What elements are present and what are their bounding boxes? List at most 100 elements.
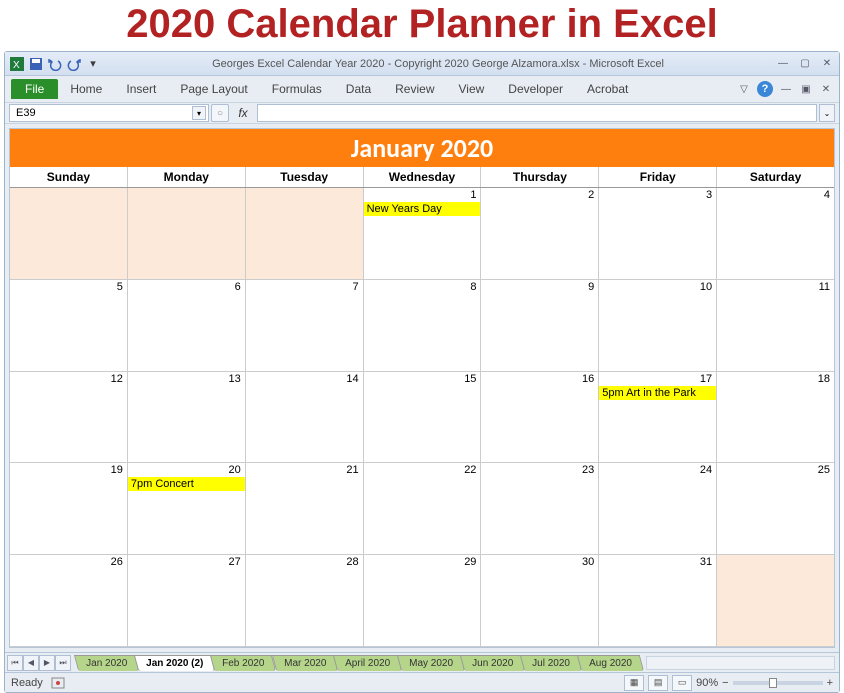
- ribbon-tabs: File HomeInsertPage LayoutFormulasDataRe…: [5, 76, 839, 102]
- sheet-tab[interactable]: Aug 2020: [577, 655, 644, 671]
- minimize-icon[interactable]: —: [775, 57, 791, 71]
- calendar-day-cell[interactable]: 22: [364, 463, 482, 555]
- status-bar: Ready ▦ ▤ ▭ 90% − +: [5, 672, 839, 692]
- day-header: Monday: [128, 167, 246, 187]
- calendar-day-cell[interactable]: [10, 188, 128, 280]
- tab-last-icon[interactable]: ⏭: [55, 655, 71, 671]
- ribbon-tab-view[interactable]: View: [447, 78, 497, 100]
- calendar-day-cell[interactable]: 13: [128, 372, 246, 464]
- sheet-tab[interactable]: Jun 2020: [460, 655, 525, 671]
- calendar-day-cell[interactable]: 23: [481, 463, 599, 555]
- qat-more-icon[interactable]: ▾: [85, 56, 101, 72]
- view-break-icon[interactable]: ▭: [672, 675, 692, 691]
- save-icon[interactable]: [28, 56, 44, 72]
- calendar-day-cell[interactable]: 8: [364, 280, 482, 372]
- calendar-day-cell[interactable]: 25: [717, 463, 834, 555]
- calendar-day-cell[interactable]: 16: [481, 372, 599, 464]
- calendar-day-cell[interactable]: 21: [246, 463, 364, 555]
- zoom-out-icon[interactable]: −: [722, 677, 728, 689]
- view-layout-icon[interactable]: ▤: [648, 675, 668, 691]
- calendar-day-cell[interactable]: 14: [246, 372, 364, 464]
- calendar-day-cell[interactable]: 207pm Concert: [128, 463, 246, 555]
- doc-close-icon[interactable]: ✕: [819, 82, 833, 96]
- doc-minimize-icon[interactable]: —: [779, 82, 793, 96]
- window-controls: — ▢ ✕: [775, 57, 835, 71]
- calendar-day-cell[interactable]: 6: [128, 280, 246, 372]
- close-icon[interactable]: ✕: [819, 57, 835, 71]
- name-box[interactable]: E39 ▾: [9, 104, 209, 122]
- redo-icon[interactable]: [66, 56, 82, 72]
- day-number: 11: [717, 280, 834, 294]
- calendar-day-cell[interactable]: 10: [599, 280, 717, 372]
- calendar-month-title: January 2020: [10, 129, 834, 167]
- quick-access-toolbar: X ▾: [9, 56, 101, 72]
- calendar-day-cell[interactable]: 24: [599, 463, 717, 555]
- file-tab[interactable]: File: [11, 79, 58, 99]
- ribbon-tab-home[interactable]: Home: [58, 78, 114, 100]
- calendar-day-cell[interactable]: 4: [717, 188, 834, 280]
- calendar-day-cell[interactable]: 1New Years Day: [364, 188, 482, 280]
- ribbon-tab-review[interactable]: Review: [383, 78, 446, 100]
- ribbon-tab-acrobat[interactable]: Acrobat: [575, 78, 640, 100]
- svg-text:X: X: [13, 60, 20, 71]
- undo-icon[interactable]: [47, 56, 63, 72]
- calendar-day-cell[interactable]: 29: [364, 555, 482, 647]
- day-header: Friday: [599, 167, 717, 187]
- doc-restore-icon[interactable]: ▣: [799, 82, 813, 96]
- calendar-day-cell[interactable]: 28: [246, 555, 364, 647]
- ribbon-tab-page-layout[interactable]: Page Layout: [168, 78, 259, 100]
- sheet-tab[interactable]: April 2020: [333, 655, 402, 671]
- formula-input[interactable]: [257, 104, 817, 122]
- day-number: 8: [364, 280, 481, 294]
- calendar-day-cell[interactable]: 18: [717, 372, 834, 464]
- sheet-tab[interactable]: Jul 2020: [520, 655, 582, 671]
- ribbon-minimize-icon[interactable]: ▽: [737, 82, 751, 96]
- ribbon-tab-developer[interactable]: Developer: [496, 78, 575, 100]
- sheet-tab[interactable]: May 2020: [397, 655, 465, 671]
- calendar-day-cell[interactable]: 19: [10, 463, 128, 555]
- day-number: 24: [599, 463, 716, 477]
- help-icon[interactable]: ?: [757, 81, 773, 97]
- day-number: 13: [128, 372, 245, 386]
- calendar-day-cell[interactable]: 26: [10, 555, 128, 647]
- calendar-day-cell[interactable]: 27: [128, 555, 246, 647]
- day-number: 4: [717, 188, 834, 202]
- zoom-in-icon[interactable]: +: [827, 677, 833, 689]
- formula-expand-icon[interactable]: ⌄: [819, 104, 835, 122]
- day-number: 15: [364, 372, 481, 386]
- day-header: Tuesday: [246, 167, 364, 187]
- sheet-tab[interactable]: Feb 2020: [210, 655, 277, 671]
- calendar-day-cell[interactable]: 5: [10, 280, 128, 372]
- calendar-day-cell[interactable]: 12: [10, 372, 128, 464]
- fx-icon[interactable]: fx: [231, 104, 255, 122]
- calendar-day-cell[interactable]: 3: [599, 188, 717, 280]
- ribbon-tab-formulas[interactable]: Formulas: [260, 78, 334, 100]
- calendar-day-cell[interactable]: 7: [246, 280, 364, 372]
- name-box-dropdown-icon[interactable]: ▾: [192, 106, 206, 120]
- calendar-day-cell[interactable]: [717, 555, 834, 647]
- tab-prev-icon[interactable]: ◀: [23, 655, 39, 671]
- tab-next-icon[interactable]: ▶: [39, 655, 55, 671]
- calendar-day-cell[interactable]: [246, 188, 364, 280]
- maximize-icon[interactable]: ▢: [797, 57, 813, 71]
- calendar-day-cell[interactable]: 2: [481, 188, 599, 280]
- sheet-tab[interactable]: Mar 2020: [272, 655, 339, 671]
- ribbon-tab-insert[interactable]: Insert: [114, 78, 168, 100]
- day-number: 6: [128, 280, 245, 294]
- sheet-tab[interactable]: Jan 2020: [74, 655, 139, 671]
- calendar-day-cell[interactable]: 15: [364, 372, 482, 464]
- macro-record-icon[interactable]: [51, 676, 65, 690]
- horizontal-scrollbar[interactable]: [646, 656, 835, 670]
- calendar-day-cell[interactable]: 31: [599, 555, 717, 647]
- calendar-day-cell[interactable]: [128, 188, 246, 280]
- calendar-day-cell[interactable]: 9: [481, 280, 599, 372]
- sheet-tab[interactable]: Jan 2020 (2): [134, 655, 216, 671]
- calendar-day-cell[interactable]: 175pm Art in the Park: [599, 372, 717, 464]
- calendar-day-cell[interactable]: 11: [717, 280, 834, 372]
- tab-first-icon[interactable]: ⏮: [7, 655, 23, 671]
- day-number: 20: [128, 463, 245, 477]
- excel-icon[interactable]: X: [9, 56, 25, 72]
- calendar-day-cell[interactable]: 30: [481, 555, 599, 647]
- view-normal-icon[interactable]: ▦: [624, 675, 644, 691]
- ribbon-tab-data[interactable]: Data: [334, 78, 383, 100]
